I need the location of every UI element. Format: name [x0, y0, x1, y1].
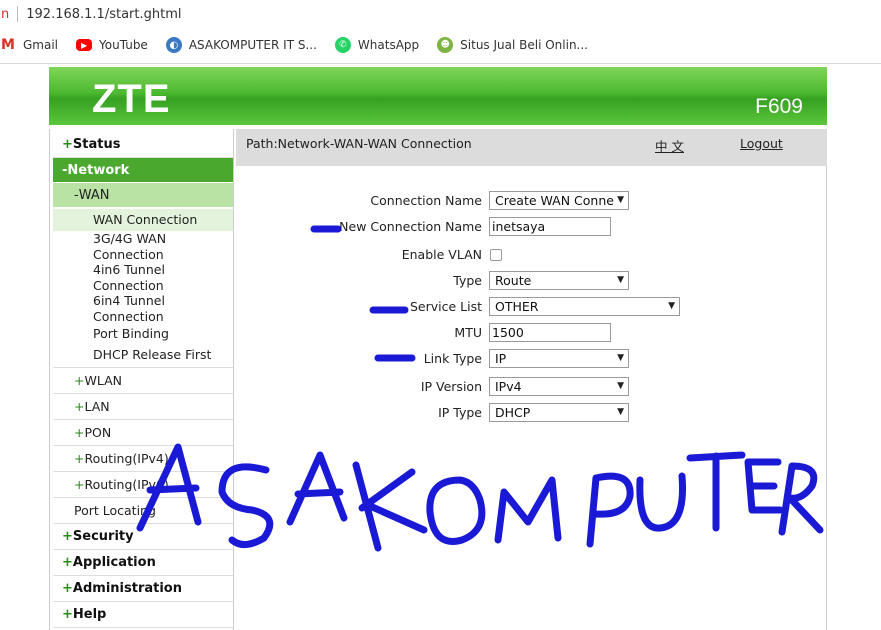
logout-link[interactable]: Logout	[740, 136, 783, 151]
bookmark-situs[interactable]: ☻ Situs Jual Beli Onlin...	[437, 37, 588, 53]
link-type-label: Link Type	[423, 351, 482, 366]
link-type-select[interactable]: IP ▼	[489, 349, 629, 368]
main-content: Path:Network-WAN-WAN Connection 中 文 Logo…	[236, 129, 827, 630]
sidebar-item-port-binding[interactable]: Port Binding	[53, 326, 233, 342]
browser-bar: n 192.168.1.1/start.ghtml M Gmail ▶ YouT…	[0, 0, 881, 64]
plus-icon: +	[62, 529, 73, 544]
sidebar-item-6in4-tunnel[interactable]: 6in4 Tunnel Connection	[53, 293, 193, 324]
type-label: Type	[453, 273, 482, 288]
mtu-input[interactable]: 1500	[489, 323, 611, 342]
asakomputer-icon: ◐	[165, 37, 182, 53]
sidebar-item-3g4g-wan[interactable]: 3G/4G WAN Connection	[53, 231, 193, 262]
youtube-icon: ▶	[76, 39, 93, 51]
connection-name-label: Connection Name	[370, 193, 482, 208]
plus-icon: +	[74, 477, 85, 492]
sidebar-item-port-locating[interactable]: Port Locating	[53, 498, 233, 524]
sidebar-item-dhcp-release[interactable]: DHCP Release First	[53, 347, 233, 363]
whatsapp-icon: ✆	[334, 37, 351, 53]
sidebar-item-pon[interactable]: + PON	[53, 420, 233, 446]
bookmark-whatsapp[interactable]: ✆ WhatsApp	[334, 37, 420, 53]
bookmarks-bar: M Gmail ▶ YouTube ◐ ASAKOMPUTER IT S... …	[0, 32, 881, 58]
sidebar-item-routing-ipv6[interactable]: + Routing(IPv6)	[53, 472, 233, 498]
sidebar-item-4in6-tunnel[interactable]: 4in6 Tunnel Connection	[53, 262, 193, 293]
router-header: ZTE F609	[49, 67, 827, 125]
new-connection-name-label: New Connection Name	[339, 219, 482, 234]
url-scheme-fragment: n	[1, 6, 10, 22]
plus-icon: +	[62, 555, 73, 570]
sidebar-item-wan-connection[interactable]: WAN Connection	[53, 209, 233, 231]
plus-icon: +	[74, 451, 85, 466]
dropdown-arrow-icon: ▼	[617, 407, 624, 417]
bookmark-label: ASAKOMPUTER IT S...	[188, 38, 317, 52]
sidebar-item-lan[interactable]: + LAN	[53, 394, 233, 420]
path-bar: Path:Network-WAN-WAN Connection 中 文 Logo…	[236, 129, 827, 166]
plus-icon: +	[62, 607, 73, 622]
url-divider	[17, 6, 19, 22]
bookmark-label: WhatsApp	[357, 38, 420, 52]
enable-vlan-checkbox[interactable]	[490, 249, 502, 261]
plus-icon: +	[74, 425, 85, 440]
breadcrumb: Path:Network-WAN-WAN Connection	[246, 136, 472, 151]
plus-icon: +	[74, 399, 85, 414]
service-list-label: Service List	[409, 299, 482, 314]
bookmark-gmail[interactable]: M Gmail	[0, 37, 58, 53]
plus-icon: +	[74, 373, 85, 388]
plus-icon: +	[62, 137, 73, 152]
dropdown-arrow-icon: ▼	[617, 353, 624, 363]
ip-version-select[interactable]: IPv4 ▼	[489, 377, 629, 396]
model-name: F609	[755, 95, 803, 118]
bookmark-youtube[interactable]: ▶ YouTube	[76, 38, 148, 52]
url-text[interactable]: 192.168.1.1/start.ghtml	[26, 7, 181, 22]
mtu-label: MTU	[454, 325, 482, 340]
gmail-icon: M	[1, 37, 15, 53]
ip-type-select[interactable]: DHCP ▼	[489, 403, 629, 422]
sidebar-item-status[interactable]: + Status	[53, 132, 233, 157]
type-select[interactable]: Route ▼	[489, 271, 629, 290]
sidebar-item-administration[interactable]: + Administration	[53, 576, 233, 602]
dropdown-arrow-icon: ▼	[617, 275, 624, 285]
connection-name-select[interactable]: Create WAN Conne ▼	[489, 191, 629, 210]
sidebar-item-network[interactable]: - Network	[53, 158, 233, 182]
ip-version-label: IP Version	[420, 379, 482, 394]
new-connection-name-input[interactable]: inetsaya	[489, 217, 611, 236]
plus-icon: +	[62, 581, 73, 596]
sidebar-item-security[interactable]: + Security	[53, 524, 233, 550]
enable-vlan-label: Enable VLAN	[401, 247, 482, 262]
bookmark-label: Gmail	[23, 38, 59, 52]
ip-type-label: IP Type	[438, 405, 482, 420]
sidebar-item-help[interactable]: + Help	[53, 602, 233, 628]
dropdown-arrow-icon: ▼	[617, 381, 624, 391]
bookmark-asakomputer[interactable]: ◐ ASAKOMPUTER IT S...	[165, 37, 317, 53]
sidebar-item-application[interactable]: + Application	[53, 550, 233, 576]
zte-logo: ZTE	[92, 77, 171, 121]
sidebar-item-routing-ipv4[interactable]: + Routing(IPv4)	[53, 446, 233, 472]
situs-icon: ☻	[437, 37, 454, 53]
bookmark-label: Situs Jual Beli Onlin...	[460, 38, 588, 52]
dropdown-arrow-icon: ▼	[668, 301, 675, 311]
language-link[interactable]: 中 文	[655, 136, 684, 155]
sidebar-item-wan[interactable]: - WAN	[53, 183, 233, 207]
dropdown-arrow-icon: ▼	[617, 195, 624, 205]
sidebar-menu: + Status - Network - WAN WAN Connection 3G/…	[49, 129, 234, 630]
service-list-select[interactable]: OTHER ▼	[489, 297, 680, 316]
bookmark-label: YouTube	[99, 38, 148, 52]
sidebar-item-wlan[interactable]: + WLAN	[53, 368, 233, 394]
address-bar[interactable]: n 192.168.1.1/start.ghtml	[0, 0, 881, 28]
